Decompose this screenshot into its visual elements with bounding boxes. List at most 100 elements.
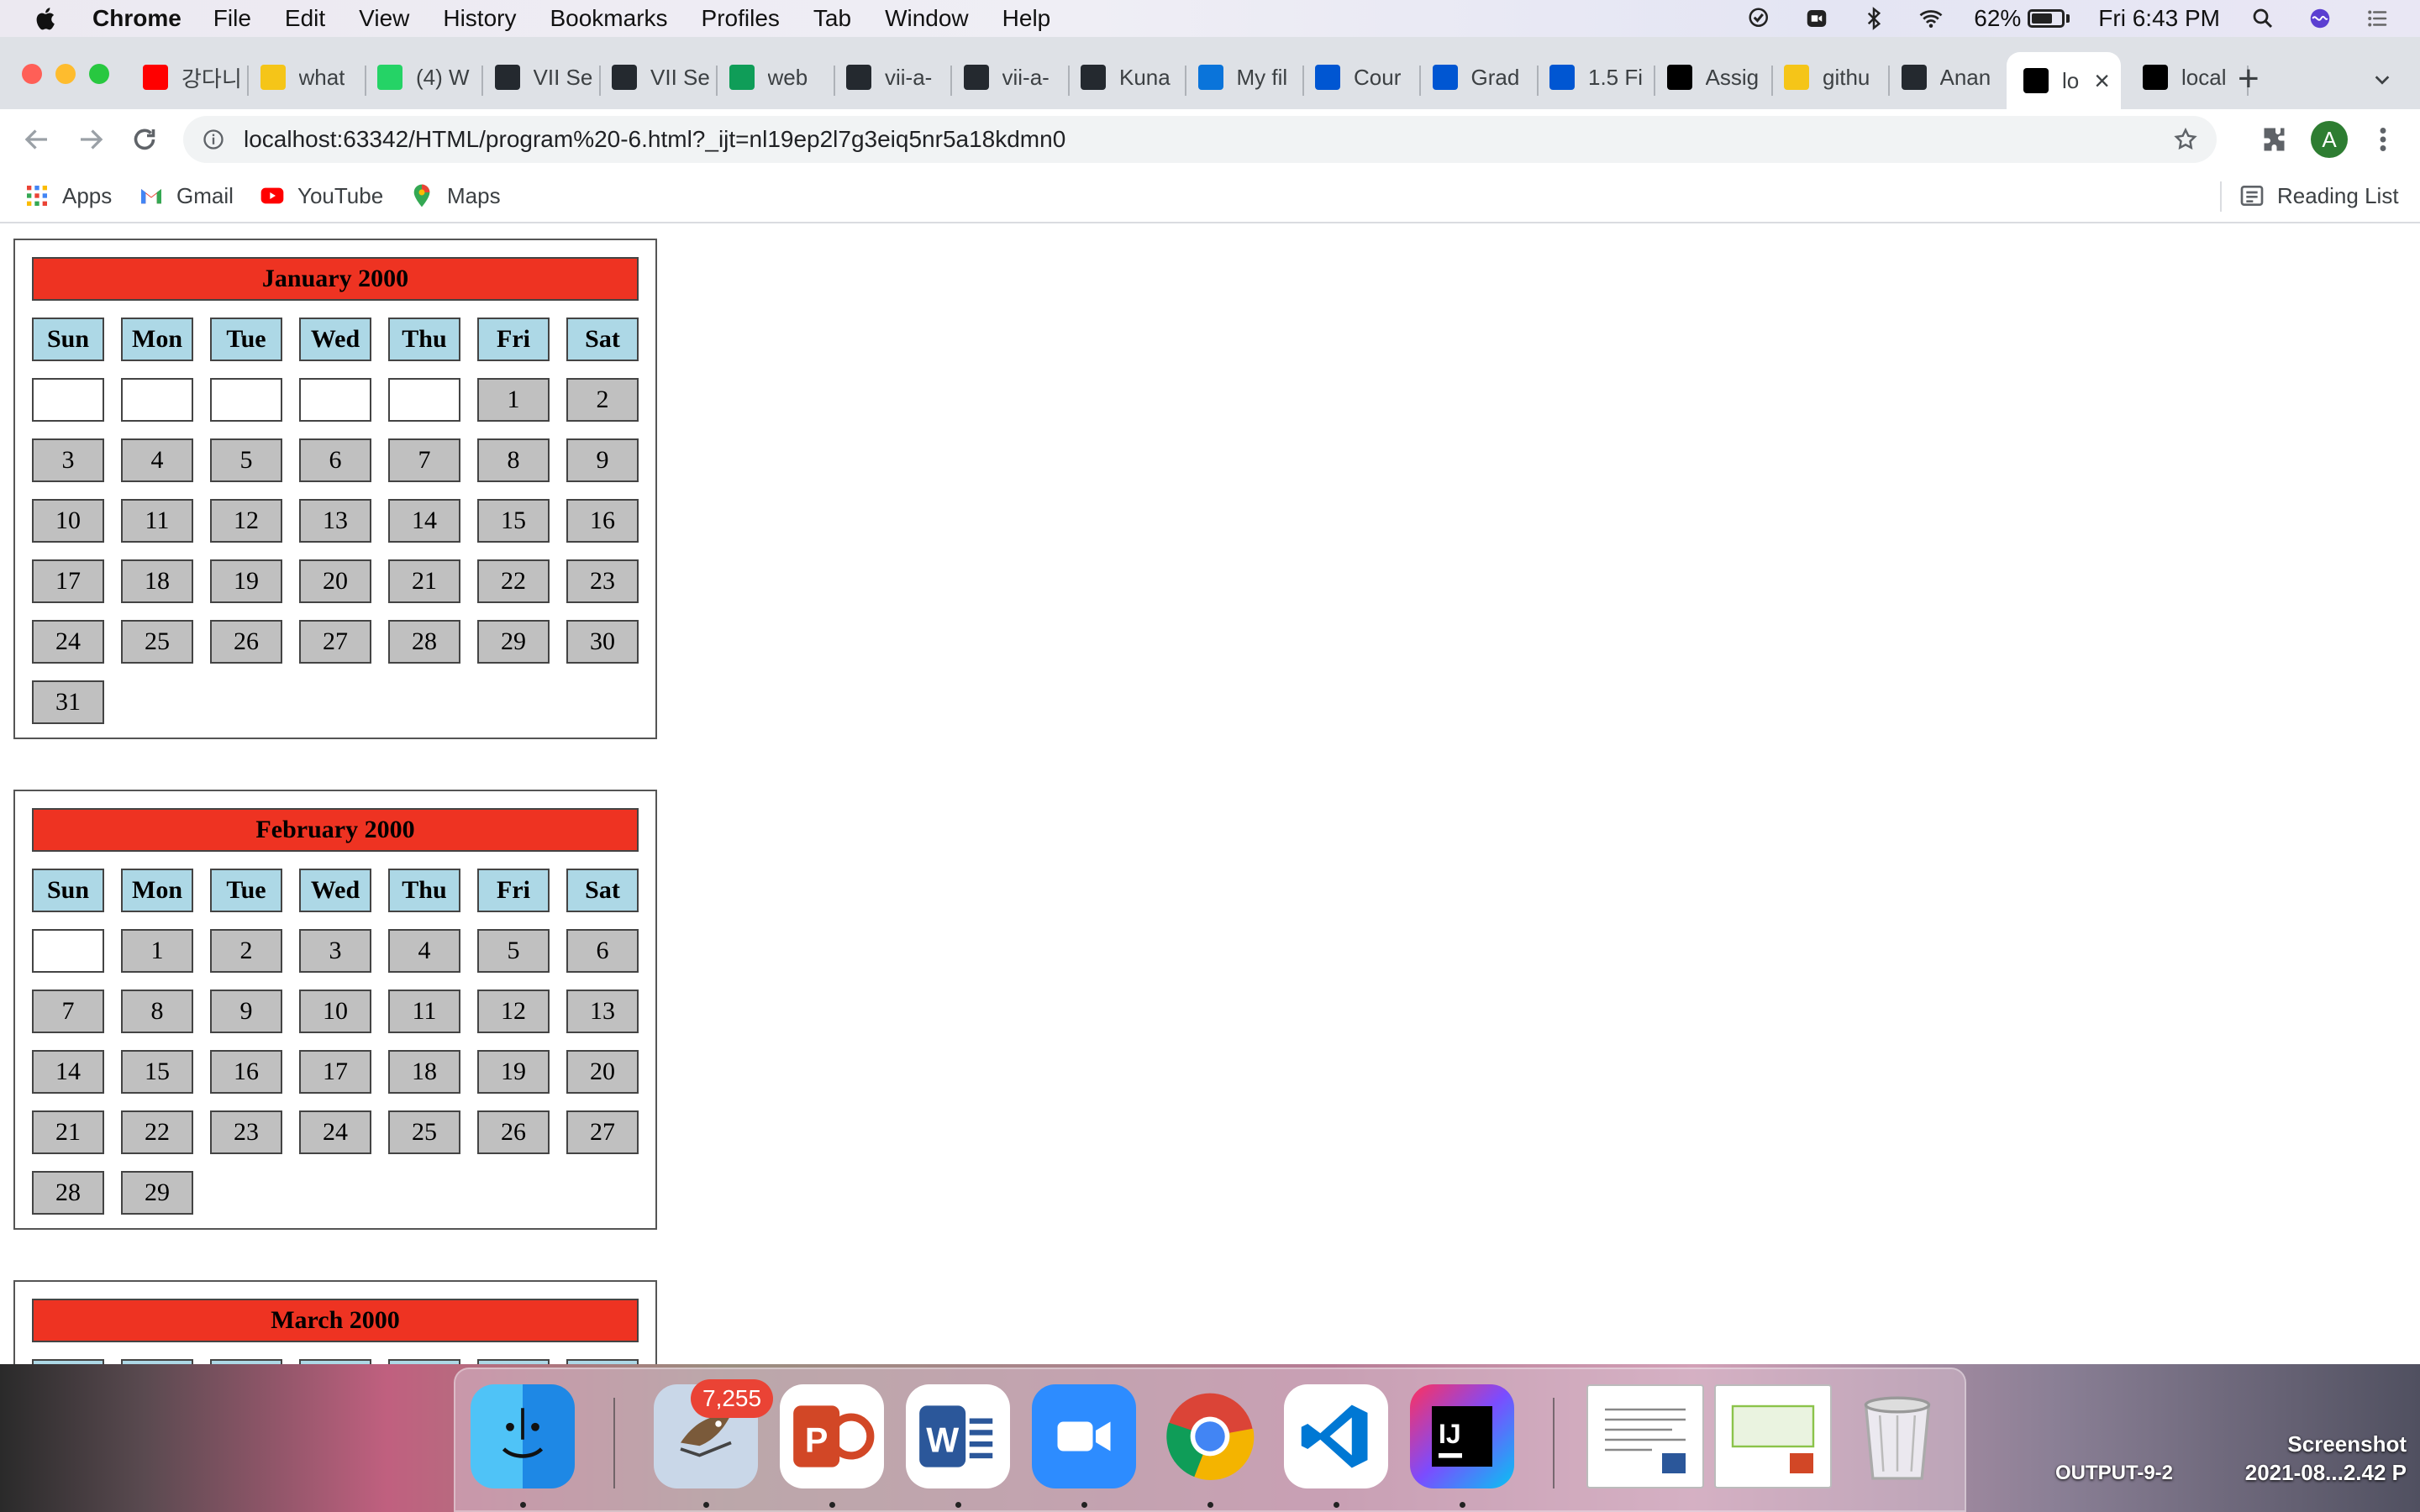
- browser-tab[interactable]: Assig: [1666, 54, 1765, 101]
- browser-tab[interactable]: lo ×: [2007, 52, 2121, 109]
- site-info-icon[interactable]: [202, 128, 225, 151]
- powerpoint-icon: P: [793, 1405, 875, 1467]
- apple-menu-icon[interactable]: [32, 4, 60, 33]
- tab-separator: [1302, 66, 1304, 96]
- task-checkmark-icon[interactable]: [1745, 6, 1774, 31]
- zoom-status-icon[interactable]: [1802, 6, 1831, 31]
- bluetooth-icon[interactable]: [1860, 6, 1888, 31]
- address-bar[interactable]: localhost:63342/HTML/program%20-6.html?_…: [183, 116, 2217, 163]
- bookmark-gmail[interactable]: Gmail: [138, 181, 234, 210]
- desktop-file-output-label[interactable]: OUTPUT-9-2: [2055, 1462, 2173, 1485]
- extensions-puzzle-icon[interactable]: [2260, 124, 2291, 155]
- maps-pin-icon: [413, 184, 430, 207]
- day-cell: 22: [121, 1110, 193, 1154]
- window-zoom-button[interactable]: [89, 64, 109, 84]
- weekday-header: Wed: [299, 869, 371, 912]
- new-tab-button[interactable]: +: [2238, 60, 2260, 97]
- day-cell: 14: [388, 499, 460, 543]
- reading-list-label: Reading List: [2277, 182, 2399, 208]
- dock-finder[interactable]: [471, 1384, 575, 1488]
- bookmark-apps[interactable]: Apps: [24, 181, 112, 210]
- bookmark-star-icon[interactable]: [2173, 127, 2198, 152]
- menubar-clock[interactable]: Fri 6:43 PM: [2098, 5, 2220, 32]
- menu-history[interactable]: History: [443, 5, 516, 32]
- reload-button[interactable]: [129, 124, 160, 155]
- spotlight-search-icon[interactable]: [2249, 6, 2277, 31]
- siri-icon[interactable]: [2306, 6, 2334, 31]
- menu-window[interactable]: Window: [885, 5, 969, 32]
- battery-indicator[interactable]: 62%: [1974, 5, 2070, 32]
- menu-tab[interactable]: Tab: [813, 5, 851, 32]
- menu-profiles[interactable]: Profiles: [702, 5, 780, 32]
- browser-tab[interactable]: Grad: [1432, 54, 1530, 101]
- browser-tab[interactable]: vii-a-: [846, 54, 944, 101]
- reading-list-button[interactable]: Reading List: [2238, 181, 2399, 210]
- day-cell: 30: [566, 620, 639, 664]
- app-menu-chrome[interactable]: Chrome: [92, 5, 182, 32]
- menu-file[interactable]: File: [213, 5, 251, 32]
- dock-zoom[interactable]: [1032, 1384, 1136, 1488]
- chrome-menu-icon[interactable]: [2375, 124, 2391, 155]
- browser-tab[interactable]: VII Se: [612, 54, 709, 101]
- dock-chrome[interactable]: [1158, 1384, 1262, 1488]
- dock-minimized-word-window[interactable]: [1586, 1384, 1704, 1488]
- month-calendar: January 2000 Sun Mon Tue Wed Thu Fri Sat 1 2 3 4 5 6 7…: [13, 239, 657, 739]
- tab-separator: [598, 66, 601, 96]
- dock-powerpoint[interactable]: P: [780, 1384, 884, 1488]
- word-icon: W: [919, 1405, 993, 1467]
- browser-tab[interactable]: VII Se: [494, 54, 592, 101]
- day-cell: 16: [210, 1050, 282, 1094]
- day-cell: 23: [566, 559, 639, 603]
- dock-word[interactable]: W: [906, 1384, 1010, 1488]
- bookmark-youtube[interactable]: YouTube: [259, 181, 383, 210]
- browser-tab[interactable]: Cour: [1315, 54, 1413, 101]
- browser-tab[interactable]: Kuna: [1081, 54, 1178, 101]
- month-title: February 2000: [32, 808, 639, 852]
- browser-tab[interactable]: My fil: [1197, 54, 1296, 101]
- github-icon: [1901, 65, 1927, 90]
- chrome-icon: [1166, 1393, 1255, 1480]
- notification-center-icon[interactable]: [2363, 6, 2391, 31]
- url-text[interactable]: localhost:63342/HTML/program%20-6.html?_…: [244, 126, 1065, 153]
- checkmark-icon: [260, 65, 286, 90]
- day-cell: 28: [388, 620, 460, 664]
- menu-view[interactable]: View: [359, 5, 409, 32]
- browser-tab[interactable]: local: [2143, 54, 2240, 101]
- browser-tab[interactable]: (4) W: [377, 54, 475, 101]
- day-cell: 23: [210, 1110, 282, 1154]
- github-icon: [963, 65, 989, 90]
- browser-tab[interactable]: 1.5 Fi: [1549, 54, 1647, 101]
- browser-tab[interactable]: vii-a-: [963, 54, 1061, 101]
- tab-title: vii-a-: [1002, 64, 1050, 90]
- tab-title: (4) W: [416, 64, 470, 90]
- browser-tab[interactable]: web: [729, 54, 827, 101]
- browser-tab[interactable]: Anan: [1901, 54, 1999, 101]
- browser-tab[interactable]: what: [260, 54, 358, 101]
- desktop-screenshot-file[interactable]: Screenshot 2021-08...2.42 P: [2245, 1430, 2407, 1487]
- menu-edit[interactable]: Edit: [285, 5, 325, 32]
- coursera-icon: [1315, 65, 1340, 90]
- wifi-icon[interactable]: [1917, 6, 1945, 31]
- dock-vscode[interactable]: [1284, 1384, 1388, 1488]
- battery-icon: [2028, 9, 2065, 28]
- profile-avatar[interactable]: A: [2311, 121, 2348, 158]
- day-cell: 5: [477, 929, 550, 973]
- bookmark-maps[interactable]: Maps: [408, 181, 501, 210]
- dock-trash[interactable]: [1845, 1384, 1949, 1488]
- menu-help[interactable]: Help: [1002, 5, 1051, 32]
- window-minimize-button[interactable]: [55, 64, 76, 84]
- tab-close-icon[interactable]: ×: [2094, 66, 2110, 97]
- screenshot-label-line-1: Screenshot: [2287, 1431, 2407, 1457]
- menu-bookmarks[interactable]: Bookmarks: [550, 5, 667, 32]
- day-cell: 20: [299, 559, 371, 603]
- browser-tab[interactable]: 강다니: [143, 54, 240, 101]
- dock-minimized-powerpoint-window[interactable]: [1714, 1384, 1832, 1488]
- tab-separator: [481, 66, 483, 96]
- tab-search-chevron-icon[interactable]: [2373, 71, 2391, 89]
- browser-tab[interactable]: githu: [1784, 54, 1881, 101]
- dock-intellij[interactable]: IJ: [1410, 1384, 1514, 1488]
- window-close-button[interactable]: [22, 64, 42, 84]
- day-cell: 29: [477, 620, 550, 664]
- back-button[interactable]: [22, 124, 52, 155]
- forward-button[interactable]: [76, 124, 106, 155]
